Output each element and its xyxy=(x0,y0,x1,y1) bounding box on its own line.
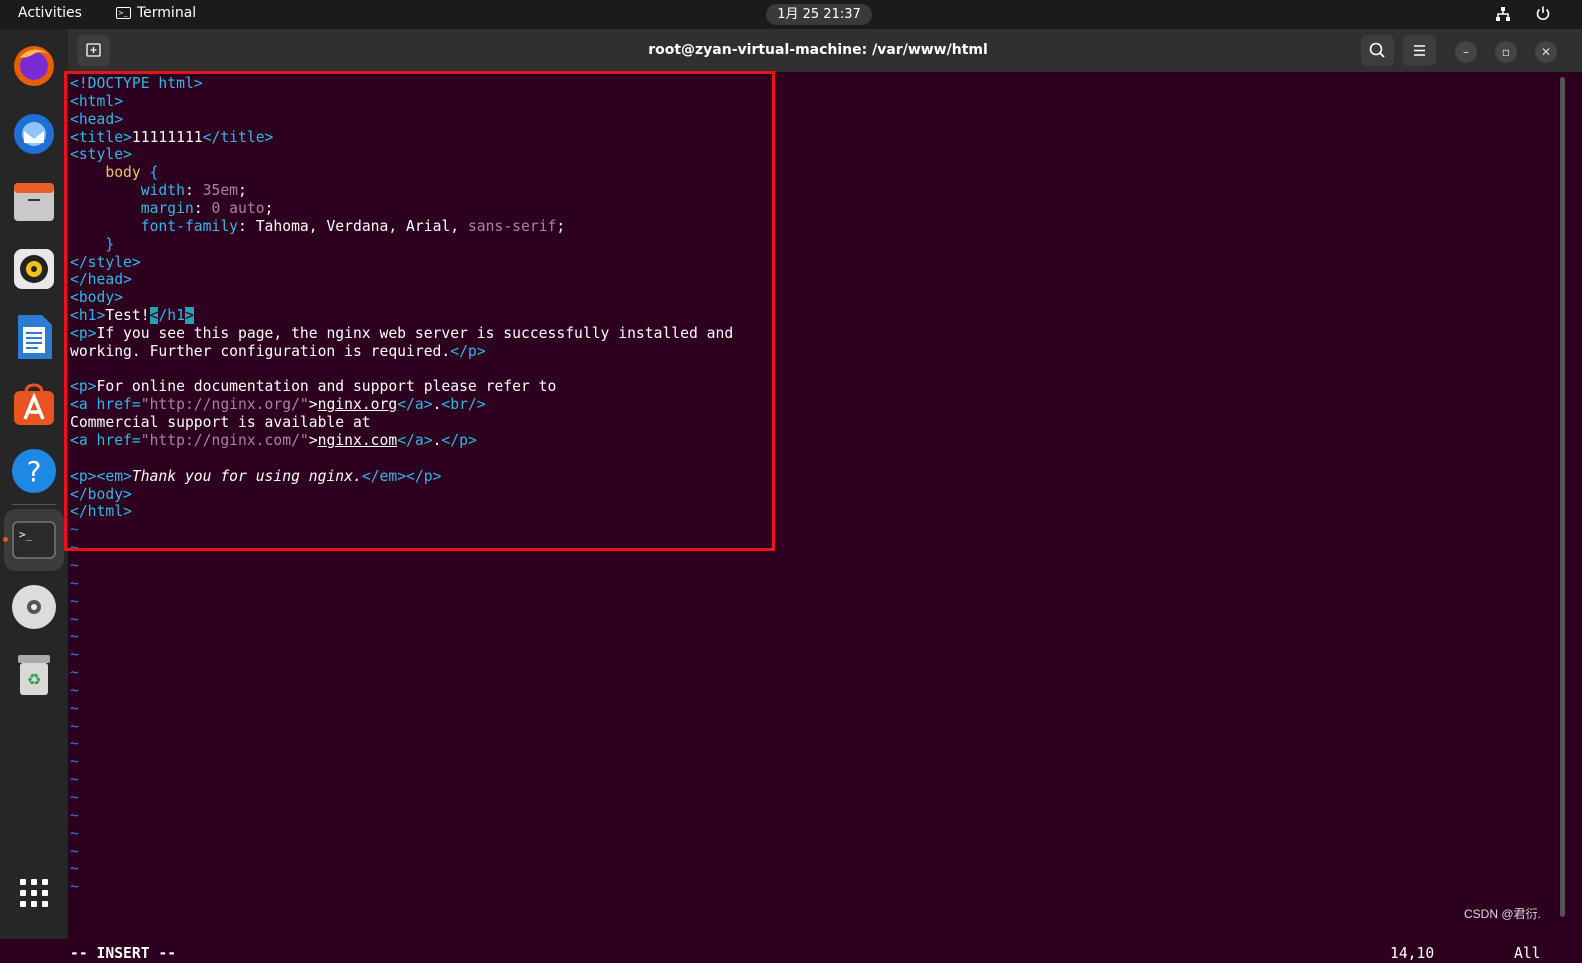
dvd-icon xyxy=(12,585,56,629)
window-title: root@zyan-virtual-machine: /var/www/html xyxy=(648,42,988,58)
hamburger-menu-icon xyxy=(1414,45,1425,56)
empty-line-marker: ~ xyxy=(70,878,79,896)
dock-terminal[interactable]: >_ xyxy=(4,509,64,571)
empty-line-marker: ~ xyxy=(70,771,79,789)
scroll-position: All xyxy=(1514,945,1541,962)
dock-files[interactable] xyxy=(10,177,58,225)
clock[interactable]: 1月 25 21:37 xyxy=(766,4,872,25)
writer-icon xyxy=(18,315,52,359)
empty-line-marker: ~ xyxy=(70,556,79,574)
dock-separator xyxy=(12,504,56,505)
empty-line-marker: ~ xyxy=(70,860,79,878)
dock-software[interactable] xyxy=(10,381,58,429)
top-bar: Activities >_ Terminal 1月 25 21:37 xyxy=(0,0,1582,29)
header-bar: root@zyan-virtual-machine: /var/www/html… xyxy=(68,29,1582,72)
menu-button[interactable] xyxy=(1403,35,1436,66)
empty-line-marker: ~ xyxy=(70,681,79,699)
svg-text:>_: >_ xyxy=(19,528,33,541)
show-apps-icon xyxy=(20,879,48,907)
empty-line-marker: ~ xyxy=(70,824,79,842)
maximize-button[interactable]: ▫ xyxy=(1495,41,1517,63)
svg-text:?: ? xyxy=(27,455,42,488)
help-icon: ? xyxy=(12,449,56,493)
empty-line-marker: ~ xyxy=(70,592,79,610)
power-icon[interactable] xyxy=(1535,5,1551,21)
empty-line-marker: ~ xyxy=(70,699,79,717)
terminal-icon: >_ xyxy=(12,521,56,559)
close-button[interactable]: ✕ xyxy=(1535,41,1557,63)
dock-trash[interactable]: ♻ xyxy=(10,651,58,699)
terminal-icon: >_ xyxy=(116,7,131,19)
rhythmbox-icon xyxy=(14,249,54,289)
watermark: CSDN @君衍. xyxy=(1464,907,1541,921)
network-wired-icon[interactable] xyxy=(1495,6,1511,22)
empty-line-marker: ~ xyxy=(70,717,79,735)
scrollbar[interactable] xyxy=(1560,77,1565,917)
empty-line-marker: ~ xyxy=(70,574,79,592)
running-indicator xyxy=(3,537,8,542)
empty-line-marker: ~ xyxy=(70,806,79,824)
dock-writer[interactable] xyxy=(10,313,58,361)
empty-line-marker: ~ xyxy=(70,789,79,806)
thunderbird-icon xyxy=(14,114,54,154)
files-icon xyxy=(14,183,54,221)
empty-line-marker: ~ xyxy=(70,646,79,664)
trash-icon: ♻ xyxy=(18,655,50,695)
empty-line-marker: ~ xyxy=(70,664,79,682)
dock-help[interactable]: ? xyxy=(10,447,58,495)
vim-mode: -- INSERT -- xyxy=(70,945,177,962)
dock-thunderbird[interactable] xyxy=(10,109,58,157)
empty-line-marker: ~ xyxy=(70,842,79,860)
app-menu-label: Terminal xyxy=(137,5,197,21)
vim-status-line: -- INSERT -- 14,10 All xyxy=(70,945,1560,963)
dock-firefox[interactable] xyxy=(10,41,58,89)
dock: ? >_ ♻ xyxy=(0,29,68,939)
search-button[interactable] xyxy=(1361,35,1394,66)
firefox-icon xyxy=(14,46,54,86)
empty-line-marker: ~ xyxy=(70,735,79,753)
dock-dvd[interactable] xyxy=(10,583,58,631)
dock-rhythmbox[interactable] xyxy=(10,245,58,293)
empty-line-marker: ~ xyxy=(70,753,79,771)
search-icon xyxy=(1369,42,1385,58)
cursor-position: 14,10 xyxy=(1390,945,1435,962)
minimize-button[interactable]: – xyxy=(1455,41,1477,63)
svg-text:♻: ♻ xyxy=(27,670,41,689)
software-icon xyxy=(14,383,54,425)
empty-line-marker: ~ xyxy=(70,610,79,628)
activities-button[interactable]: Activities xyxy=(18,5,82,21)
empty-line-marker: ~ xyxy=(70,628,79,646)
highlight-box xyxy=(64,71,775,551)
show-apps-button[interactable] xyxy=(10,869,58,917)
app-menu[interactable]: >_ Terminal xyxy=(116,5,196,21)
